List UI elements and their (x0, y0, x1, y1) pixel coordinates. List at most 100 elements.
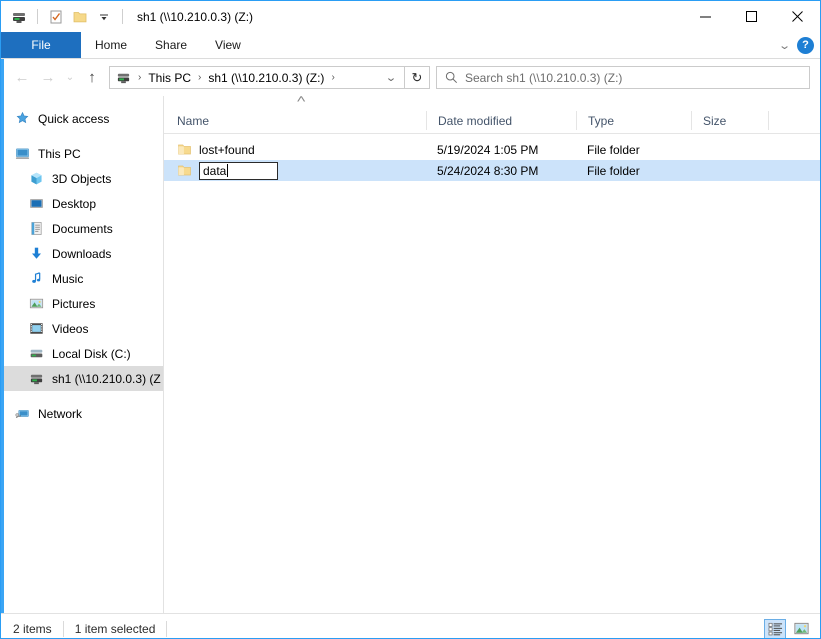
help-icon[interactable]: ? (797, 37, 814, 54)
sidebar-item-label: Music (52, 272, 83, 286)
forward-button[interactable]: → (35, 65, 61, 91)
folder-icon (177, 163, 192, 178)
details-view-button[interactable] (764, 619, 786, 639)
close-button[interactable] (774, 1, 820, 31)
star-icon (13, 111, 31, 126)
drive-icon (116, 70, 131, 85)
breadcrumb[interactable]: › This PC › sh1 (\\10.210.0.3) (Z:) › ⌄ (109, 66, 405, 89)
back-button[interactable]: ← (9, 65, 35, 91)
file-type-cell: File folder (576, 164, 691, 178)
file-explorer-window: sh1 (\\10.210.0.3) (Z:) File Home Share … (0, 0, 821, 639)
sidebar-item-videos[interactable]: Videos (1, 316, 163, 341)
music-icon (27, 271, 45, 286)
breadcrumb-path: › This PC › sh1 (\\10.210.0.3) (Z:) › (116, 70, 387, 85)
window-controls (682, 1, 820, 31)
sidebar-item-sh1-network-drive[interactable]: sh1 (\\10.210.0.3) (Z (1, 366, 163, 391)
rename-input-value: data (203, 164, 226, 178)
sidebar-item-label: Network (38, 407, 82, 421)
tab-share[interactable]: Share (141, 32, 201, 58)
sidebar-item-pictures[interactable]: Pictures (1, 291, 163, 316)
sidebar-item-label: This PC (38, 147, 81, 161)
breadcrumb-separator-0[interactable]: › (133, 72, 146, 83)
file-list-pane: ˄ Name Date modified Type Size lo (164, 96, 820, 613)
column-header-type[interactable]: Type (576, 111, 691, 130)
column-header-name[interactable]: Name (164, 111, 426, 130)
sidebar-item-desktop[interactable]: Desktop (1, 191, 163, 216)
refresh-button[interactable]: ↻ (405, 66, 430, 89)
sidebar-item-label: Documents (52, 222, 113, 236)
file-date-cell: 5/19/2024 1:05 PM (426, 143, 576, 157)
sidebar-item-documents[interactable]: Documents (1, 216, 163, 241)
navigation-pane: Quick access This PC (1, 96, 164, 613)
view-toggle-group (764, 619, 812, 639)
sidebar-item-label: Downloads (52, 247, 111, 261)
recent-locations-button[interactable]: ⌄ (61, 65, 79, 91)
network-drive-icon[interactable] (9, 7, 29, 27)
breadcrumb-dropdown-icon[interactable]: ⌄ (385, 71, 402, 84)
chevron-down-icon[interactable]: ⌄ (778, 39, 791, 52)
monitor-icon (13, 146, 31, 161)
new-folder-icon[interactable] (70, 7, 90, 27)
sidebar-item-label: Pictures (52, 297, 95, 311)
search-box[interactable]: Search sh1 (\\10.210.0.3) (Z:) (436, 66, 810, 89)
search-input[interactable]: Search sh1 (\\10.210.0.3) (Z:) (465, 71, 622, 85)
tab-home[interactable]: Home (81, 32, 141, 58)
breadcrumb-separator-2[interactable]: › (326, 72, 339, 83)
file-name-cell[interactable]: lost+found (164, 142, 426, 157)
item-count-label: 2 items (13, 622, 52, 636)
sidebar-item-this-pc[interactable]: This PC (1, 141, 163, 166)
properties-icon[interactable] (46, 7, 66, 27)
title-bar: sh1 (\\10.210.0.3) (Z:) (1, 1, 820, 32)
status-divider-2 (166, 621, 167, 637)
network-icon (13, 406, 31, 421)
sidebar-item-3d-objects[interactable]: 3D Objects (1, 166, 163, 191)
selection-count-label: 1 item selected (75, 622, 156, 636)
sidebar-item-music[interactable]: Music (1, 266, 163, 291)
search-icon (445, 71, 458, 84)
documents-icon (27, 221, 45, 236)
customize-dropdown-icon[interactable] (94, 7, 114, 27)
sort-ascending-icon[interactable]: ˄ (296, 94, 306, 106)
file-name-cell[interactable]: data (164, 162, 426, 180)
table-row[interactable]: data 5/24/2024 8:30 PM File folder (164, 160, 820, 181)
sidebar-item-network[interactable]: Network (1, 401, 163, 426)
sidebar-item-label: Desktop (52, 197, 96, 211)
toolbar-divider-2 (122, 9, 123, 24)
sidebar-item-label: Quick access (38, 112, 109, 126)
rename-input[interactable]: data (199, 162, 278, 180)
text-cursor (227, 164, 228, 177)
sidebar-item-label: Local Disk (C:) (52, 347, 131, 361)
column-header-date-modified[interactable]: Date modified (426, 111, 576, 130)
column-headers: Name Date modified Type Size (164, 108, 820, 134)
large-icons-view-button[interactable] (790, 619, 812, 639)
file-type-cell: File folder (576, 143, 691, 157)
up-button[interactable]: ↑ (79, 65, 105, 91)
folder-icon (177, 142, 192, 157)
column-header-size[interactable]: Size (691, 111, 769, 130)
ribbon-tab-bar: File Home Share View ⌄ ? (1, 32, 820, 59)
sidebar-item-label: Videos (52, 322, 88, 336)
breadcrumb-item-this-pc[interactable]: This PC (146, 71, 193, 85)
window-title: sh1 (\\10.210.0.3) (Z:) (137, 10, 253, 24)
file-name-label: lost+found (199, 143, 255, 157)
sidebar-item-downloads[interactable]: Downloads (1, 241, 163, 266)
quick-access-toolbar: sh1 (\\10.210.0.3) (Z:) (1, 7, 253, 27)
tab-file[interactable]: File (1, 32, 81, 58)
file-date-cell: 5/24/2024 8:30 PM (426, 164, 576, 178)
address-bar: ← → ⌄ ↑ › This PC › sh1 (\\10.210.0.3) (… (1, 59, 820, 96)
ribbon-right-controls: ⌄ ? (780, 32, 814, 58)
videos-icon (27, 321, 45, 336)
table-row[interactable]: lost+found 5/19/2024 1:05 PM File folder (164, 139, 820, 160)
downloads-icon (27, 246, 45, 261)
maximize-button[interactable] (728, 1, 774, 31)
minimize-button[interactable] (682, 1, 728, 31)
status-divider (63, 621, 64, 637)
sidebar-item-local-disk-c[interactable]: Local Disk (C:) (1, 341, 163, 366)
sidebar-item-quick-access[interactable]: Quick access (1, 106, 163, 131)
tab-view[interactable]: View (201, 32, 255, 58)
breadcrumb-item-sh1[interactable]: sh1 (\\10.210.0.3) (Z:) (206, 71, 326, 85)
toolbar-divider (37, 9, 38, 24)
breadcrumb-separator-1[interactable]: › (193, 72, 206, 83)
pictures-icon (27, 296, 45, 311)
cube-icon (27, 171, 45, 186)
